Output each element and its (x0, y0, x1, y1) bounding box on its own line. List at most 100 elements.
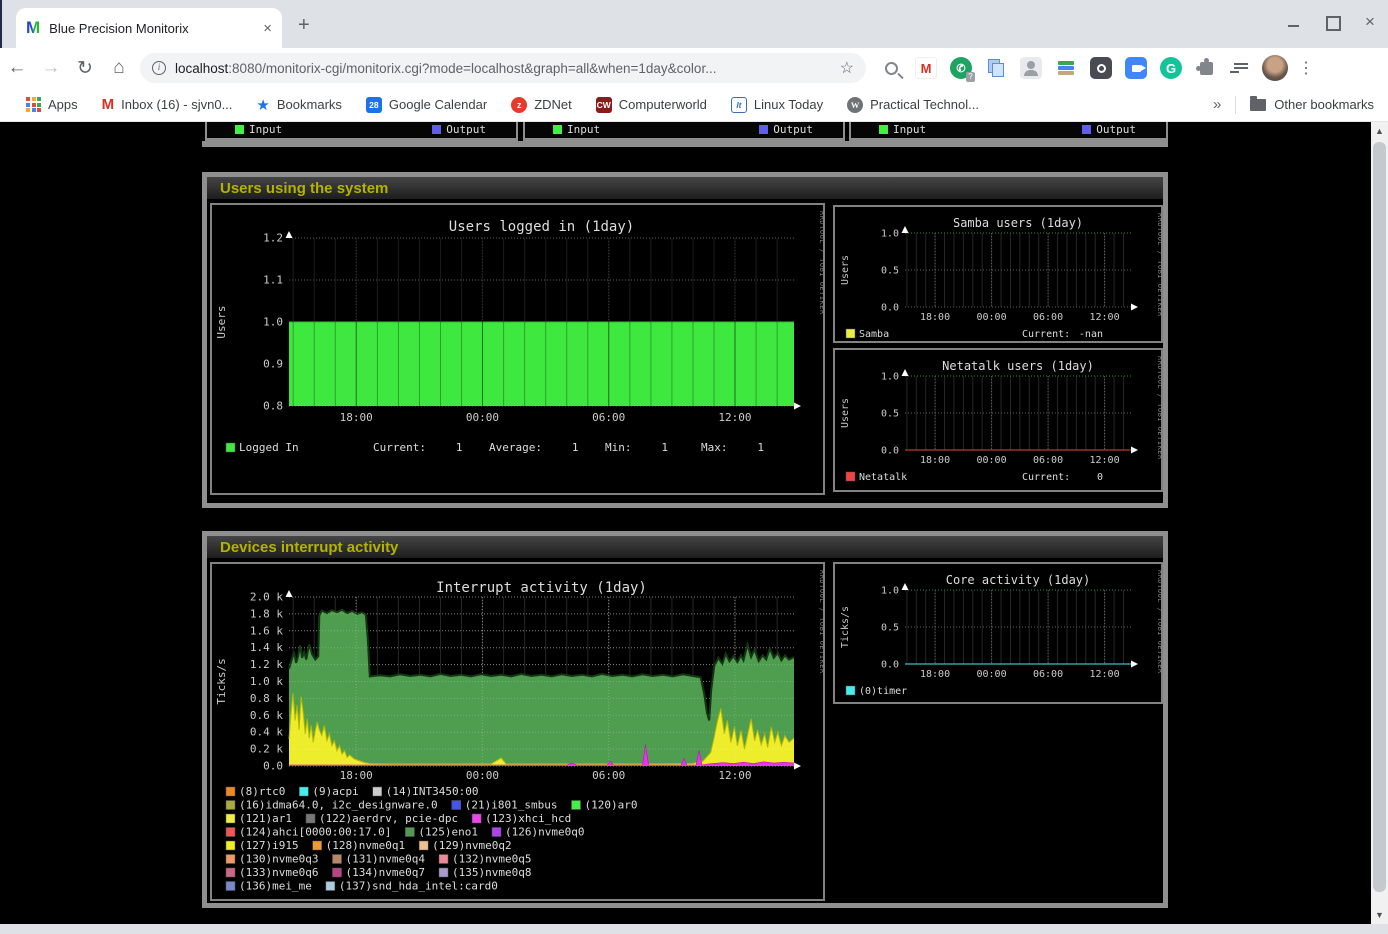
core-activity-graph[interactable]: 1.00.50.018:0000:0006:0012:00Core activi… (833, 562, 1163, 704)
svg-text:(123)xhci_hcd: (123)xhci_hcd (485, 812, 571, 825)
svg-text:0.5: 0.5 (881, 409, 899, 420)
svg-text:(133)nvme0q6: (133)nvme0q6 (239, 866, 318, 879)
grammarly-extension-icon[interactable]: G (1160, 57, 1182, 79)
gmail-icon: M (102, 96, 115, 113)
svg-text:0.5: 0.5 (881, 623, 899, 634)
bookmark-practical-tech[interactable]: W Practical Technol... (847, 97, 979, 113)
users-logged-in-graph[interactable]: 1.21.11.00.90.818:0000:0006:0012:00Users… (210, 203, 825, 495)
wordpress-icon: W (847, 97, 863, 113)
svg-text:Max:: Max: (701, 441, 728, 454)
bookmark-apps[interactable]: Apps (26, 97, 78, 112)
svg-text:0.0: 0.0 (881, 660, 899, 671)
interrupt-activity-graph[interactable]: 2.0 k1.8 k1.6 k1.4 k1.2 k1.0 k0.8 k0.6 k… (210, 562, 825, 901)
voice-extension-icon[interactable]: ✆ (950, 57, 972, 79)
zdnet-icon: z (511, 97, 527, 113)
bookmark-linux-today[interactable]: lt Linux Today (731, 97, 823, 113)
net-graph-bottom-2[interactable]: Input Output (523, 122, 845, 141)
address-bar[interactable]: i localhost:8080/monitorix-cgi/monitorix… (140, 53, 866, 83)
scrollbar-thumb[interactable] (1373, 142, 1386, 892)
bookmark-zdnet[interactable]: z ZDNet (511, 97, 572, 113)
section-interrupts-header: Devices interrupt activity (207, 536, 1163, 558)
net-graph-bottom-1[interactable]: Input Output (205, 122, 518, 141)
bookmark-inbox[interactable]: M Inbox (16) - sjvn0... (102, 96, 233, 113)
copy-extension-icon[interactable] (985, 57, 1007, 79)
browser-tab[interactable]: M Blue Precision Monitorix × (16, 8, 282, 48)
svg-text:06:00: 06:00 (1033, 455, 1063, 466)
window-close-button[interactable]: × (1362, 14, 1378, 30)
svg-text:(128)nvme0q1: (128)nvme0q1 (326, 839, 405, 852)
tab-strip: M Blue Precision Monitorix × + × (0, 0, 1388, 48)
url-path: :8080/monitorix-cgi/monitorix.cgi?mode=l… (228, 61, 716, 76)
url-text[interactable]: localhost:8080/monitorix-cgi/monitorix.c… (175, 61, 832, 76)
reload-icon[interactable]: ↻ (68, 57, 102, 80)
legend-output: Output (432, 123, 486, 136)
svg-text:(127)i915: (127)i915 (239, 839, 299, 852)
svg-text:(9)acpi: (9)acpi (312, 785, 358, 798)
legend-output: Output (759, 123, 813, 136)
bookmark-google-calendar[interactable]: 28 Google Calendar (366, 97, 487, 113)
page-info-icon[interactable]: i (152, 61, 166, 75)
vertical-scrollbar[interactable]: ▲ ▼ (1371, 122, 1388, 924)
svg-text:1.0: 1.0 (263, 316, 283, 329)
maximize-button[interactable] (1324, 14, 1340, 30)
svg-text:0.0: 0.0 (263, 760, 283, 773)
input-color-square (235, 125, 244, 134)
profile-avatar[interactable] (1262, 55, 1288, 81)
svg-text:0.5: 0.5 (881, 266, 899, 277)
svg-text:(137)snd_hda_intel:card0: (137)snd_hda_intel:card0 (339, 880, 498, 893)
svg-text:Current:: Current: (373, 441, 426, 454)
output-color-square (432, 125, 441, 134)
svg-text:1: 1 (456, 441, 463, 454)
svg-text:18:00: 18:00 (920, 455, 950, 466)
svg-text:1.0: 1.0 (881, 586, 899, 597)
svg-text:Current:: Current: (1022, 472, 1070, 483)
extensions-puzzle-icon[interactable] (1195, 57, 1217, 79)
search-extension-icon[interactable] (880, 57, 902, 79)
back-icon[interactable]: ← (0, 57, 34, 79)
section-frame-bottom (202, 141, 1168, 147)
svg-text:1.0: 1.0 (881, 229, 899, 240)
svg-text:1: 1 (757, 441, 764, 454)
extensions-row: M ✆ G (880, 57, 1252, 79)
svg-text:12:00: 12:00 (718, 769, 751, 782)
svg-text:00:00: 00:00 (977, 455, 1007, 466)
svg-text:Ticks/s: Ticks/s (840, 606, 851, 648)
svg-text:Users: Users (840, 255, 851, 285)
new-tab-button[interactable]: + (298, 15, 310, 35)
bookmark-bookmarks[interactable]: ★ Bookmarks (256, 96, 341, 114)
svg-text:Core activity (1day): Core activity (1day) (946, 573, 1091, 587)
svg-text:(8)rtc0: (8)rtc0 (239, 785, 285, 798)
gmail-extension-icon[interactable]: M (915, 57, 937, 79)
legend-input: Input (235, 123, 282, 136)
session-extension-icon[interactable] (1020, 57, 1042, 79)
library-extension-icon[interactable] (1055, 57, 1077, 79)
playlist-extension-icon[interactable] (1230, 57, 1252, 79)
bookmarks-bar: Apps M Inbox (16) - sjvn0... ★ Bookmarks… (0, 88, 1388, 122)
scroll-up-icon[interactable]: ▲ (1371, 126, 1388, 136)
netatalk-users-graph[interactable]: 1.00.50.018:0000:0006:0012:00Netatalk us… (833, 348, 1163, 492)
forward-icon[interactable]: → (34, 57, 68, 79)
svg-text:12:00: 12:00 (718, 411, 751, 424)
svg-text:Interrupt activity (1day): Interrupt activity (1day) (436, 580, 647, 596)
bookmark-computerworld[interactable]: CW Computerworld (596, 97, 707, 113)
svg-text:Netatalk: Netatalk (859, 472, 907, 483)
other-bookmarks[interactable]: Other bookmarks (1274, 97, 1374, 112)
browser-window: M Blue Precision Monitorix × + × ← → ↻ ⌂… (0, 0, 1388, 934)
samba-users-graph[interactable]: 1.00.50.018:0000:0006:0012:00Samba users… (833, 205, 1163, 343)
svg-text:1.0: 1.0 (881, 372, 899, 383)
pocket-extension-icon[interactable] (1090, 57, 1112, 79)
scroll-down-icon[interactable]: ▼ (1371, 910, 1388, 920)
net-graph-bottom-3[interactable]: Input Output (849, 122, 1168, 141)
tab-close-icon[interactable]: × (263, 20, 272, 37)
bookmark-star-icon[interactable]: ☆ (840, 58, 854, 78)
zoom-extension-icon[interactable] (1125, 57, 1147, 79)
svg-text:(134)nvme0q7: (134)nvme0q7 (346, 866, 425, 879)
svg-text:Logged In: Logged In (239, 441, 299, 454)
browser-menu-icon[interactable]: ⋮ (1298, 58, 1314, 78)
section-title: Users using the system (220, 180, 388, 197)
bookmarks-overflow-icon[interactable]: » (1213, 96, 1221, 113)
home-icon[interactable]: ⌂ (102, 57, 136, 79)
svg-text:0.2 k: 0.2 k (250, 743, 283, 756)
previous-section-bottom: Input Output Input Output Input Output (202, 122, 1168, 147)
minimize-button[interactable] (1286, 14, 1302, 30)
